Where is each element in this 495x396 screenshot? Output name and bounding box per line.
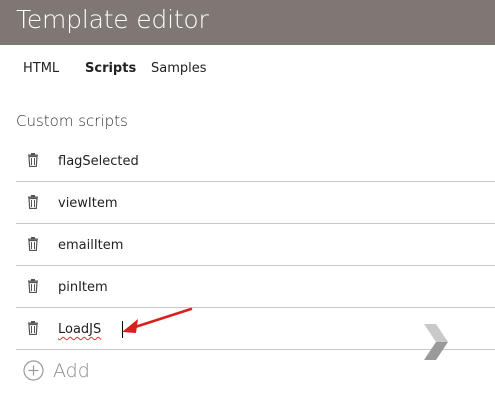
- tab-samples[interactable]: Samples: [151, 58, 207, 80]
- text-caret: [122, 321, 123, 338]
- trash-icon[interactable]: [27, 321, 39, 335]
- script-list: flagSelected viewItem emailItem pinItem …: [16, 140, 495, 350]
- trash-icon[interactable]: [27, 195, 39, 209]
- chevron-logo-icon: [424, 324, 448, 360]
- script-name[interactable]: pinItem: [58, 278, 108, 298]
- tab-scripts[interactable]: Scripts: [85, 58, 136, 80]
- script-row: emailItem: [16, 224, 495, 266]
- script-name[interactable]: viewItem: [58, 194, 118, 214]
- script-row: viewItem: [16, 182, 495, 224]
- script-name-input[interactable]: LoadJS: [58, 320, 101, 340]
- title-bar: Template editor: [0, 0, 495, 45]
- trash-icon[interactable]: [27, 237, 39, 251]
- trash-icon[interactable]: [27, 279, 39, 293]
- script-name[interactable]: flagSelected: [58, 152, 139, 172]
- template-editor-page: Template editor HTML Scripts Samples Cus…: [0, 0, 495, 396]
- plus-circle-icon: [23, 360, 44, 381]
- trash-icon[interactable]: [27, 153, 39, 167]
- script-name[interactable]: emailItem: [58, 236, 123, 256]
- section-heading: Custom scripts: [16, 112, 128, 130]
- window-title: Template editor: [16, 5, 209, 34]
- add-label: Add: [53, 360, 90, 382]
- script-row: flagSelected: [16, 140, 495, 182]
- script-row: pinItem: [16, 266, 495, 308]
- tab-html[interactable]: HTML: [23, 58, 59, 80]
